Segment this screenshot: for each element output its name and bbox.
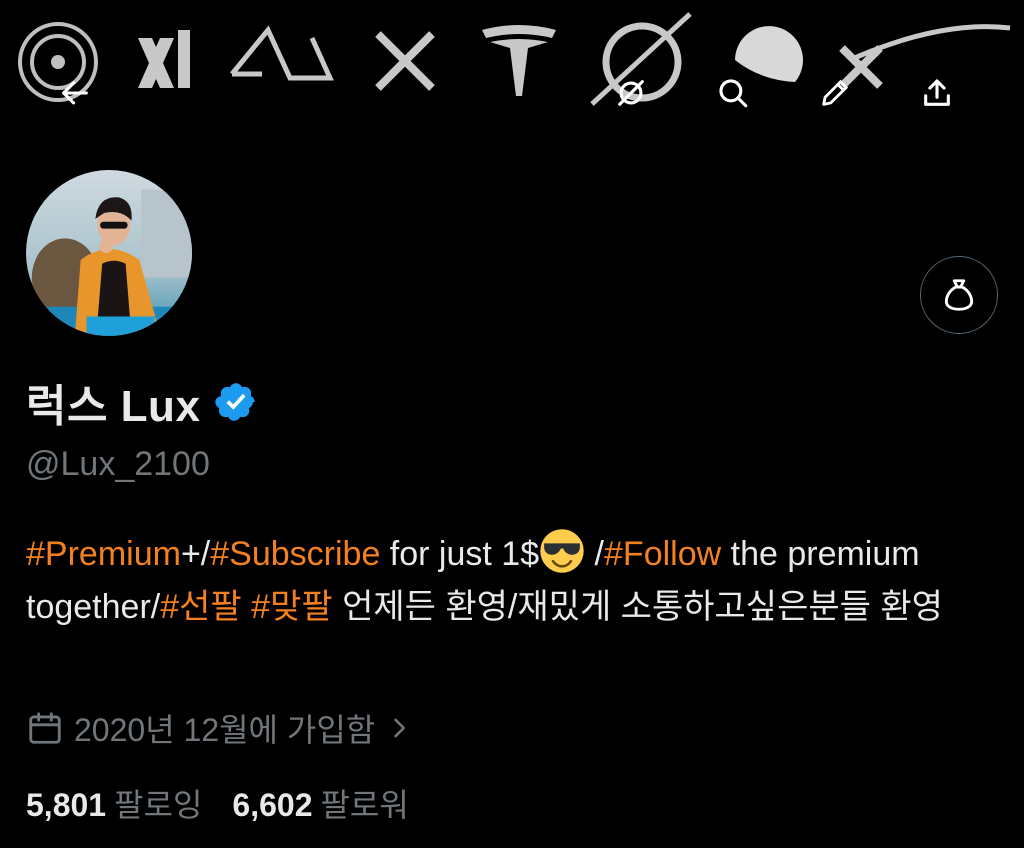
display-name-row: 럭스 Lux <box>26 372 258 432</box>
followers-link[interactable]: 6,602 팔로워 <box>232 780 408 826</box>
search-button[interactable] <box>716 76 762 122</box>
hashtag-link[interactable]: #Follow <box>604 535 721 573</box>
followers-label: 팔로워 <box>320 787 409 823</box>
arrow-left-icon <box>62 81 88 105</box>
avatar-photo-image <box>26 170 192 336</box>
hashtag-link[interactable]: #맞팔 <box>251 588 332 626</box>
share-button[interactable] <box>920 76 966 122</box>
profile-bio: #Premium+/#Subscribe for just 1$ /#Follo… <box>26 528 1001 634</box>
pencil-icon <box>822 80 848 106</box>
bio-text: for just 1$ <box>380 535 540 573</box>
edit-button[interactable] <box>818 76 864 122</box>
share-icon <box>924 79 950 106</box>
bio-text: 언제든 환영/재밌게 소통하고싶은분들 환영 <box>332 588 943 626</box>
following-label: 팔로잉 <box>114 787 203 823</box>
verified-badge-icon[interactable] <box>214 380 258 424</box>
joined-date-row[interactable]: 2020년 12월에 가입함 <box>26 704 413 752</box>
profile-avatar[interactable] <box>24 168 194 338</box>
display-name: 럭스 Lux <box>26 382 201 431</box>
money-bag-icon <box>944 279 974 311</box>
hashtag-link[interactable]: #Subscribe <box>210 535 380 573</box>
followers-count: 6,602 <box>232 787 313 823</box>
hashtag-link[interactable]: #Premium <box>26 535 181 573</box>
profile-handle: @Lux_2100 <box>26 445 210 483</box>
grok-icon <box>618 80 644 106</box>
back-button[interactable] <box>58 76 104 122</box>
calendar-icon <box>29 712 61 744</box>
bio-text: / <box>585 535 605 573</box>
follow-stats: 5,801 팔로잉 6,602 팔로워 <box>26 778 409 828</box>
search-icon <box>719 79 748 108</box>
banner-logos-image <box>18 12 1011 106</box>
joined-date-text: 2020년 12월에 가입함 <box>74 712 376 748</box>
profile-banner[interactable] <box>0 0 1024 140</box>
hashtag-link[interactable]: #선팔 <box>160 588 241 626</box>
chevron-right-icon <box>394 718 406 738</box>
following-link[interactable]: 5,801 팔로잉 <box>26 780 202 826</box>
following-count: 5,801 <box>26 787 107 823</box>
bio-text: +/ <box>180 535 211 573</box>
money-bag-button[interactable] <box>920 256 998 334</box>
grok-button[interactable] <box>614 76 660 122</box>
sunglasses-emoji <box>540 529 584 573</box>
bio-text <box>242 588 251 626</box>
